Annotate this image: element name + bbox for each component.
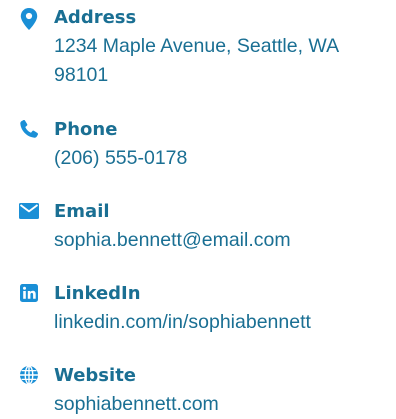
contact-list: Address 1234 Maple Avenue, Seattle, WA 9… — [0, 0, 396, 419]
phone-label: Phone — [54, 119, 118, 140]
globe-icon — [18, 364, 40, 386]
location-pin-icon — [18, 8, 40, 30]
website-link[interactable]: sophiabennett.com — [54, 390, 388, 419]
email-link[interactable]: sophia.bennett@email.com — [54, 226, 388, 255]
phone-link[interactable]: (206) 555-0178 — [54, 144, 388, 173]
phone-icon — [18, 118, 40, 140]
linkedin-label: LinkedIn — [54, 283, 141, 304]
email-label: Email — [54, 201, 110, 222]
website-label: Website — [54, 365, 137, 386]
address-value: 1234 Maple Avenue, Seattle, WA 98101 — [54, 35, 339, 86]
address-label: Address — [54, 7, 137, 28]
linkedin-link[interactable]: linkedin.com/in/sophiabennett — [54, 308, 388, 337]
envelope-icon — [18, 200, 40, 222]
linkedin-icon — [18, 282, 40, 304]
